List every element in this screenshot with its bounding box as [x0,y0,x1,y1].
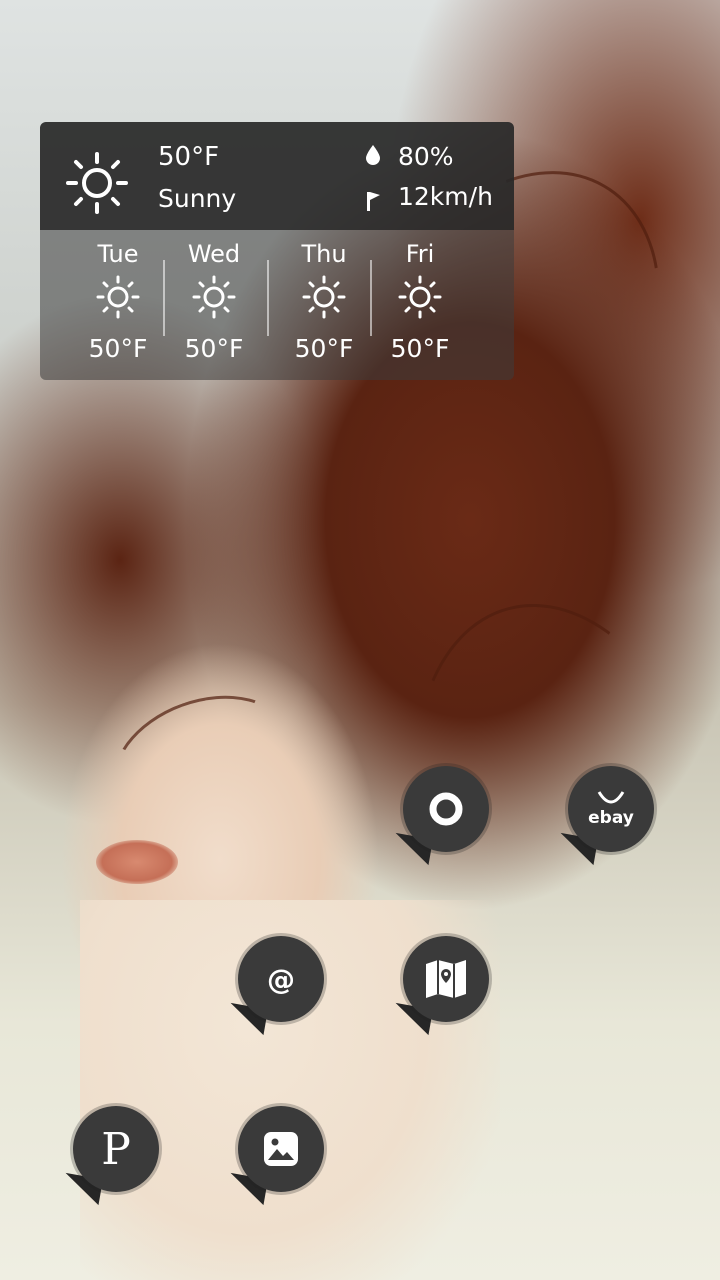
forecast-day: Tue 50°F [68,230,168,380]
forecast-day-name: Tue [97,240,139,268]
forecast-day-name: Wed [187,240,241,268]
sun-icon [398,275,442,319]
forecast-day-name: Thu [301,240,347,268]
sun-icon [96,275,140,319]
water-drop-icon [366,145,380,165]
icon-circle [403,766,489,852]
forecast-day: Wed 50°F [164,230,264,380]
photo-icon [264,1132,298,1166]
ebay-app-icon[interactable]: ebay [556,766,660,866]
forecast-temperature: 50°F [294,334,354,363]
folded-map-icon [426,960,466,998]
icon-circle [238,1106,324,1192]
forecast-temperature: 50°F [88,334,148,363]
weather-widget[interactable]: 50°F Sunny 80% 12km/h Tue 50°F Wed 50°F … [40,122,514,380]
opera-ring-icon [429,792,463,826]
sun-icon [66,152,128,214]
forecast-day-name: Fri [405,240,435,268]
forecast-day: Fri 50°F [370,230,470,380]
email-app-icon[interactable]: @ [226,936,330,1036]
hair-strand [94,671,312,855]
icon-circle: ebay [568,766,654,852]
forecast-temperature: 50°F [184,334,244,363]
sun-icon [192,275,236,319]
wind-speed: 12km/h [398,182,493,211]
pinterest-p-icon: P [101,1123,131,1175]
current-condition: Sunny [158,184,237,213]
sun-icon [302,275,346,319]
maps-app-icon[interactable] [391,936,495,1036]
icon-circle: P [73,1106,159,1192]
forecast-temperature: 50°F [390,334,450,363]
humidity-value: 80% [398,142,454,171]
icon-circle: @ [238,936,324,1022]
opera-app-icon[interactable] [391,766,495,866]
forecast-day: Thu 50°F [274,230,374,380]
gallery-app-icon[interactable] [226,1106,330,1206]
forecast-row: Tue 50°F Wed 50°F Thu 50°F Fri 50°F [40,230,514,380]
forecast-divider [267,260,269,336]
pinterest-app-icon[interactable]: P [61,1106,165,1206]
icon-circle [403,936,489,1022]
wind-flag-icon [367,192,380,211]
current-temperature: 50°F [158,142,220,172]
wallpaper-lips [96,840,178,884]
current-weather: 50°F Sunny 80% 12km/h [40,122,514,230]
shopping-bag-handle-icon [597,791,625,804]
ebay-icon: ebay [588,808,634,828]
at-sign-icon: @ [267,962,295,996]
